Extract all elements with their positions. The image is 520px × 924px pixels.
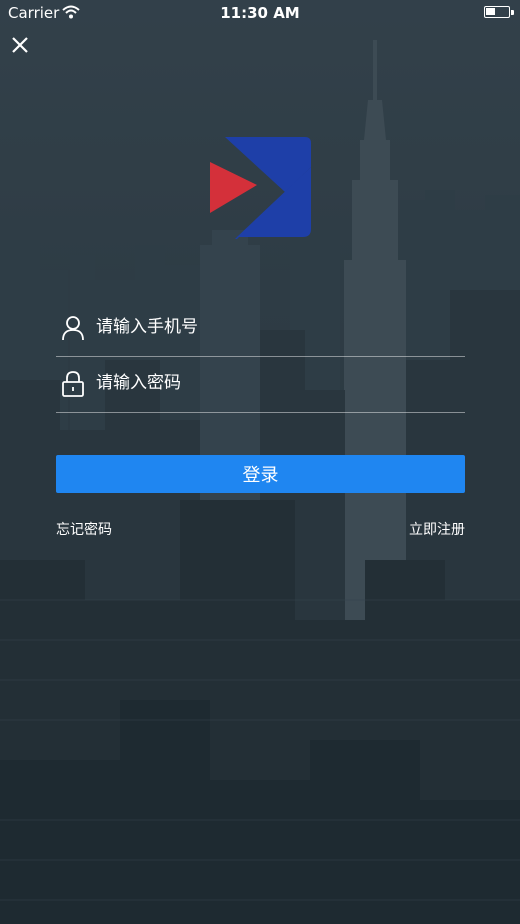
register-link[interactable]: 立即注册 <box>409 519 465 539</box>
close-icon[interactable] <box>9 34 31 56</box>
lock-icon <box>62 371 84 397</box>
password-input[interactable] <box>96 368 456 398</box>
app-logo <box>210 137 311 239</box>
status-bar: Carrier 11:30 AM <box>0 0 520 28</box>
battery-icon <box>484 6 514 18</box>
phone-field <box>56 300 465 357</box>
status-time: 11:30 AM <box>220 4 300 22</box>
password-field <box>56 356 465 413</box>
forgot-password-link[interactable]: 忘记密码 <box>56 519 112 539</box>
phone-input[interactable] <box>96 312 456 342</box>
user-icon <box>62 316 84 341</box>
login-button[interactable]: 登录 <box>56 455 465 493</box>
